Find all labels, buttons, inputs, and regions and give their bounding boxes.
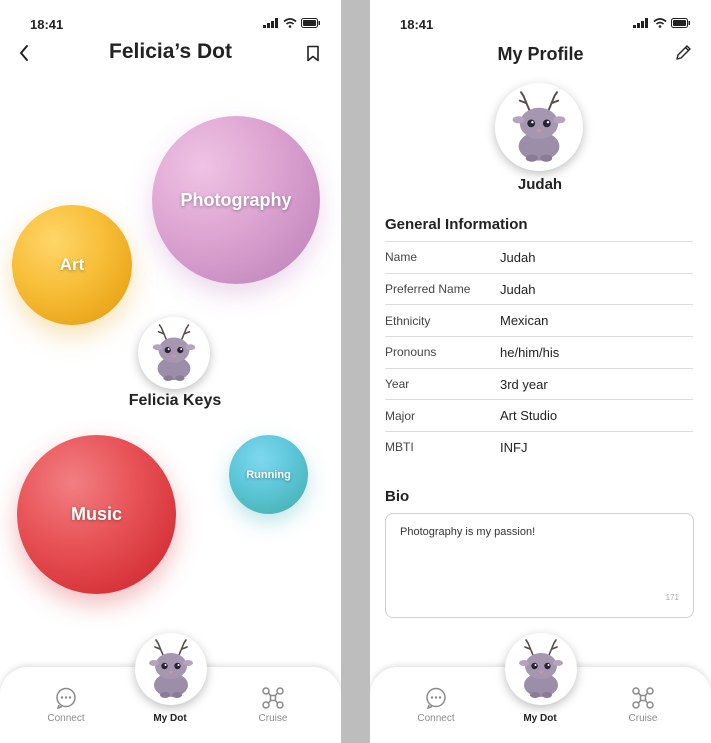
info-row: Pronouns he/him/his: [385, 336, 693, 368]
tab-mydot[interactable]: My Dot: [500, 713, 580, 724]
tab-connect[interactable]: Connect: [396, 687, 476, 724]
network-icon: [262, 687, 284, 709]
tab-label: Cruise: [258, 713, 288, 724]
pencil-icon: [676, 45, 691, 60]
info-key: Pronouns: [385, 345, 437, 360]
wifi-icon: [653, 18, 667, 28]
tab-label: Connect: [47, 713, 85, 724]
status-icons: [263, 18, 321, 28]
bubble-label: Art: [59, 255, 85, 274]
mydot-avatar[interactable]: [504, 633, 577, 705]
status-bar: 18:41: [400, 17, 691, 33]
info-table: Name Judah Preferred Name Judah Ethnicity M…: [385, 241, 693, 463]
status-bar: 18:41: [30, 17, 321, 33]
bookmark-icon: [307, 45, 319, 62]
info-key: Ethnicity: [385, 313, 431, 328]
info-key: MBTI: [385, 440, 414, 455]
info-key: Major: [385, 408, 416, 423]
bubble-label: Photography: [180, 189, 292, 210]
info-value: Judah: [500, 249, 536, 265]
tab-cruise[interactable]: Cruise: [233, 687, 313, 724]
info-value: Judah: [500, 281, 536, 297]
tab-label: Connect: [417, 713, 455, 724]
info-key: Year: [385, 377, 410, 392]
profile-screen: 18:41 My Profile Judah General Informati…: [370, 0, 711, 743]
network-icon: [632, 687, 654, 709]
info-key: Preferred Name: [385, 282, 471, 297]
bio-textarea[interactable]: Photography is my passion! 171: [385, 513, 694, 618]
center-user-name: Felicia Keys: [128, 392, 222, 409]
profile-avatar[interactable]: [495, 83, 583, 171]
creature-avatar-icon: [141, 639, 201, 699]
bookmark-button[interactable]: [306, 45, 320, 67]
tab-cruise[interactable]: Cruise: [603, 687, 683, 724]
status-icons: [633, 18, 691, 28]
tab-label: My Dot: [523, 713, 557, 724]
signal-icon: [633, 18, 648, 28]
tab-mydot[interactable]: My Dot: [130, 713, 210, 724]
status-time: 18:41: [400, 17, 434, 32]
creature-avatar-icon: [503, 91, 575, 163]
page-title: Felicia’s Dot: [109, 40, 232, 63]
battery-icon: [671, 18, 690, 28]
general-info-title: General Information: [385, 216, 528, 233]
bubble-music[interactable]: Music: [17, 435, 176, 594]
info-row: Year 3rd year: [385, 367, 693, 400]
tab-label: My Dot: [153, 713, 187, 724]
dot-screen: 18:41 Felicia’s Dot Photography Art Feli…: [0, 0, 341, 743]
page-title: My Profile: [497, 44, 584, 64]
wifi-icon: [283, 18, 297, 28]
bio-title: Bio: [385, 488, 410, 505]
avatar[interactable]: [138, 317, 210, 389]
battery-icon: [301, 18, 320, 28]
info-value: Art Studio: [500, 408, 558, 424]
info-row: Preferred Name Judah: [385, 272, 693, 305]
info-row: Ethnicity Mexican: [385, 304, 693, 336]
bubble-running[interactable]: Running: [229, 435, 308, 514]
bio-char-count: 171: [665, 593, 679, 602]
tab-label: Cruise: [628, 713, 658, 724]
mydot-avatar[interactable]: [134, 633, 207, 705]
profile-name: Judah: [517, 176, 563, 193]
bubble-photography[interactable]: Photography: [152, 116, 320, 284]
info-row: Major Art Studio: [385, 399, 693, 431]
chat-bubble-icon: [426, 687, 446, 709]
bio-text: Photography is my passion!: [400, 526, 536, 538]
info-key: Name: [385, 250, 418, 265]
creature-avatar-icon: [145, 324, 203, 382]
edit-button[interactable]: [674, 43, 693, 67]
status-time: 18:41: [30, 17, 64, 32]
info-value: Mexican: [500, 313, 549, 329]
creature-avatar-icon: [511, 639, 571, 699]
info-value: 3rd year: [500, 376, 548, 392]
info-row: MBTI INFJ: [385, 431, 693, 463]
bubble-label: Running: [246, 468, 291, 481]
bubble-art[interactable]: Art: [12, 205, 132, 325]
info-value: he/him/his: [500, 344, 560, 360]
info-value: INFJ: [500, 439, 528, 455]
chat-bubble-icon: [56, 687, 76, 709]
info-row: Name Judah: [385, 241, 693, 273]
tab-connect[interactable]: Connect: [26, 687, 106, 724]
signal-icon: [263, 18, 278, 28]
bubble-label: Music: [70, 504, 122, 524]
